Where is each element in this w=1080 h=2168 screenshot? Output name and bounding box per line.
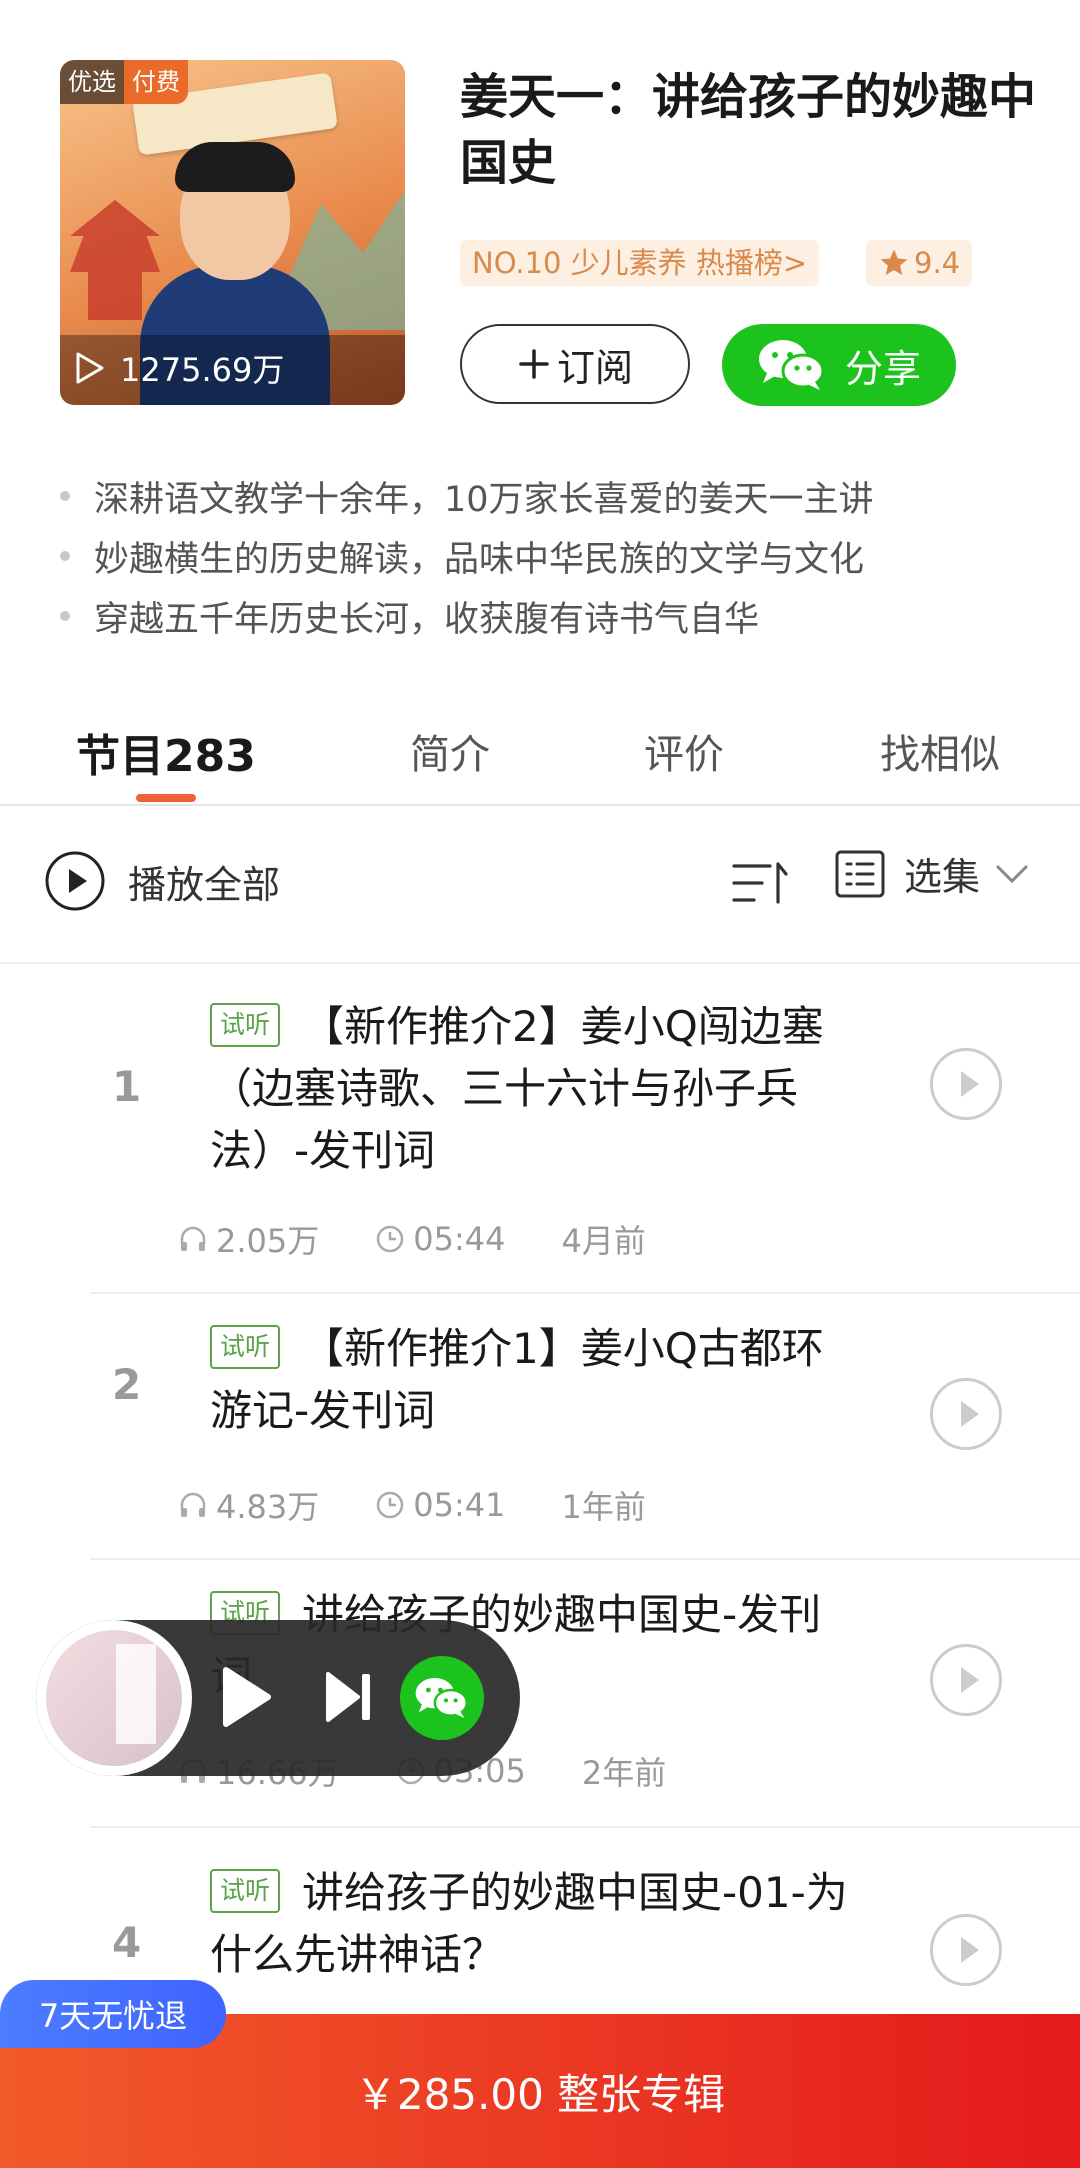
publish-age: 1年前 [561, 1488, 646, 1526]
duration: 05:41 [375, 1486, 505, 1524]
episode-title-block: 试听 【新作推介1】姜小Q古都环游记-发刊词 [210, 1318, 860, 1442]
list-icon [835, 850, 885, 897]
plus-icon [519, 349, 549, 379]
tab-similar[interactable]: 找相似 [880, 722, 1000, 780]
episode-toolbar: 播放全部 选集 [0, 806, 1080, 964]
cover-tags: 优选 付费 [60, 60, 188, 104]
tab-bar: 节目283 简介 评价 找相似 [0, 700, 1080, 806]
select-label: 选集 [904, 855, 981, 899]
highlight-text: 妙趣横生的历史解读，品味中华民族的文学与文化 [94, 539, 865, 580]
episode-play-button[interactable] [930, 1644, 1002, 1716]
cover-pagoda-art [70, 200, 160, 320]
bullet-dot [60, 611, 70, 621]
episode-title: 【新作推介2】姜小Q闯边塞（边塞诗歌、三十六计与孙子兵法）-发刊词 [210, 1002, 824, 1175]
subscribe-label: 订阅 [556, 345, 633, 390]
episode-title: 【新作推介1】姜小Q古都环游记-发刊词 [210, 1324, 824, 1435]
tab-active-indicator [136, 794, 196, 802]
album-cover[interactable]: 优选 付费 1275.69万 [60, 60, 405, 405]
episode-number: 2 [112, 1360, 142, 1409]
duration-value: 05:41 [413, 1486, 506, 1524]
highlight-text: 深耕语文教学十余年，10万家长喜爱的姜天一主讲 [94, 479, 874, 520]
play-icon [76, 352, 104, 384]
play-circle-icon [45, 851, 105, 911]
highlight-item: 穿越五千年历史长河，收获腹有诗书气自华 [60, 586, 1060, 646]
play-count-value: 2.05万 [216, 1222, 320, 1260]
highlight-text: 穿越五千年历史长河，收获腹有诗书气自华 [94, 599, 760, 640]
clock-icon [377, 1225, 404, 1253]
highlight-item: 妙趣横生的历史解读，品味中华民族的文学与文化 [60, 526, 1060, 586]
mini-player[interactable] [36, 1620, 520, 1776]
trial-badge: 试听 [210, 1003, 281, 1047]
bullet-dot [60, 491, 70, 501]
duration: 05:44 [375, 1220, 505, 1258]
publish-age: 2年前 [581, 1754, 667, 1792]
episode-meta: 4.83万 05:41 1年前 [178, 1482, 702, 1528]
publish-age: 4月前 [561, 1222, 646, 1260]
refund-guarantee-badge: 7天无忧退 [0, 1980, 226, 2048]
clock-icon [377, 1491, 404, 1519]
duration-value: 05:44 [413, 1220, 506, 1258]
headphones-icon [180, 1226, 206, 1251]
play-count: 4.83万 [178, 1482, 319, 1528]
select-episodes-button[interactable]: 选集 [834, 846, 1032, 901]
tab-intro[interactable]: 简介 [410, 722, 490, 780]
trial-badge: 试听 [210, 1869, 281, 1913]
episode-title-block: 试听 【新作推介2】姜小Q闯边塞（边塞诗歌、三十六计与孙子兵法）-发刊词 [210, 996, 860, 1182]
episode-meta: 2.05万 05:44 4月前 [178, 1216, 702, 1262]
share-button[interactable]: 分享 [722, 324, 956, 406]
tab-episodes[interactable]: 节目283 [76, 720, 256, 784]
chevron-down-icon [996, 865, 1028, 883]
cover-tag-featured: 优选 [60, 60, 124, 104]
play-all-label: 播放全部 [128, 862, 281, 907]
wechat-icon [415, 1678, 468, 1718]
play-count: 2.05万 [178, 1216, 319, 1262]
mini-player-share-button[interactable] [400, 1656, 484, 1740]
row-divider [90, 1292, 1080, 1294]
highlight-item: 深耕语文教学十余年，10万家长喜爱的姜天一主讲 [60, 466, 1060, 526]
tab-reviews[interactable]: 评价 [644, 722, 724, 780]
cover-tag-paid: 付费 [124, 60, 188, 104]
star-icon [880, 249, 908, 275]
cover-person-hair [175, 142, 295, 192]
share-label: 分享 [844, 346, 921, 391]
episode-title-block: 试听 讲给孩子的妙趣中国史-01-为什么先讲神话？ [210, 1862, 860, 1986]
headphones-icon [180, 1492, 206, 1517]
episode-play-button[interactable] [930, 1378, 1002, 1450]
album-highlights: 深耕语文教学十余年，10万家长喜爱的姜天一主讲 妙趣横生的历史解读，品味中华民族… [60, 466, 1060, 646]
sort-icon[interactable] [730, 858, 790, 908]
score-badge: 9.4 [866, 240, 973, 286]
cover-play-count: 1275.69万 [74, 345, 284, 391]
subscribe-button[interactable]: 订阅 [460, 324, 690, 404]
bullet-dot [60, 551, 70, 561]
play-count-value: 1275.69万 [120, 351, 285, 389]
album-title: 姜天一：讲给孩子的妙趣中国史 [460, 69, 1037, 191]
episode-number: 1 [112, 1062, 142, 1111]
rank-badge[interactable]: NO.10 少儿素养 热播榜> [460, 240, 820, 286]
play-all-button[interactable]: 播放全部 [44, 850, 280, 912]
episode-play-button[interactable] [930, 1914, 1002, 1986]
episode-play-button[interactable] [930, 1048, 1002, 1120]
trial-badge: 试听 [210, 1325, 281, 1369]
mini-player-cover-art [46, 1630, 182, 1766]
row-divider [90, 1826, 1080, 1828]
wechat-icon [758, 340, 825, 390]
row-divider [90, 1558, 1080, 1560]
play-icon[interactable] [216, 1662, 276, 1732]
play-count-value: 4.83万 [216, 1488, 320, 1526]
episode-title: 讲给孩子的妙趣中国史-01-为什么先讲神话？ [210, 1868, 848, 1979]
mini-player-cover[interactable] [36, 1620, 192, 1776]
episode-number: 4 [112, 1918, 142, 1967]
score-value: 9.4 [914, 246, 961, 280]
next-icon[interactable] [322, 1668, 376, 1726]
